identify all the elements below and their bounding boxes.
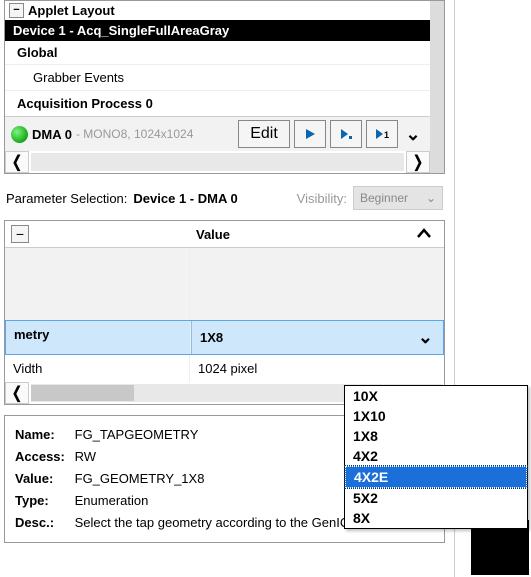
grid-row-tapgeometry[interactable]: metry 1X8 ⌄ [5,320,444,355]
param-value-dropdown[interactable]: 1X8 ⌄ [191,321,443,354]
tree-node-device[interactable]: Device 1 - Acq_SingleFullAreaGray [5,20,430,41]
param-value: 1X8 [200,330,223,345]
grabber-label: Grabber Events [33,70,124,85]
visibility-value: Beginner [360,191,408,205]
scroll-left-icon[interactable]: ❬ [5,382,29,404]
param-selection-value: Device 1 - DMA 0 [133,191,237,206]
detail-type-label: Type: [15,490,71,512]
detail-type-value: Enumeration [75,493,149,508]
detail-value-value: FG_GEOMETRY_1X8 [75,471,205,486]
grid-header: − Value [5,221,444,248]
play-icon [303,127,317,141]
param-selection-label: Parameter Selection: [6,191,127,206]
grid-row-empty [5,248,444,320]
dma-format: - MONO8, 1024x1024 [76,127,193,141]
detail-access-value: RW [75,449,96,464]
detail-value-label: Value: [15,468,71,490]
svg-text:1: 1 [384,130,389,140]
scroll-up-button[interactable] [404,225,444,243]
visibility-label: Visibility: [297,191,347,206]
tapgeometry-dropdown[interactable]: 10X1X101X84X24X2E5X28X [344,385,528,529]
scroll-right-icon[interactable]: ❭ [406,151,430,173]
tree-node-grabber-events[interactable]: Grabber Events [5,65,430,91]
tree-title: Applet Layout [28,3,115,18]
dropdown-option[interactable]: 4X2 [345,446,527,466]
tree-node-dma0[interactable]: DMA 0 - MONO8, 1024x1024 Edit 1 ⌄ [5,117,430,151]
param-name: Vidth [5,355,190,382]
param-name: metry [6,321,191,354]
play-button[interactable] [294,120,326,148]
detail-name-label: Name: [15,424,71,446]
record-icon [339,127,353,141]
scroll-track[interactable] [31,153,404,171]
dropdown-option[interactable]: 1X10 [345,406,527,426]
detail-desc-label: Desc.: [15,512,71,534]
edit-button[interactable]: Edit [238,120,290,148]
global-label: Global [17,45,57,60]
dropdown-option[interactable]: 4X2E [345,466,527,488]
chevron-down-icon: ⌄ [418,327,433,348]
record-button[interactable] [330,120,362,148]
dropdown-option[interactable]: 8X [345,508,527,528]
scroll-left-icon[interactable]: ❬ [5,151,29,173]
scroll-thumb[interactable] [31,385,134,401]
collapse-icon[interactable]: − [9,3,24,18]
grid-row-width[interactable]: Vidth 1024 pixel [5,355,444,382]
device-label: Device 1 - Acq_SingleFullAreaGray [13,23,229,38]
tree-node-global[interactable]: Global [5,41,430,65]
detail-name-value: FG_TAPGEOMETRY [75,427,199,442]
column-header-value: Value [190,223,404,246]
tree-hscrollbar[interactable]: ❬ ❭ [5,151,430,173]
play-one-icon: 1 [374,127,390,141]
chevron-up-icon [415,225,433,243]
chevron-down-icon: ⌄ [426,191,436,205]
acq-label: Acquisition Process 0 [17,96,153,111]
dropdown-option[interactable]: 1X8 [345,426,527,446]
visibility-select[interactable]: Beginner ⌄ [353,186,443,210]
detail-access-label: Access: [15,446,71,468]
dropdown-option[interactable]: 10X [345,386,527,406]
dma-label: DMA 0 [32,127,72,142]
play-one-button[interactable]: 1 [366,120,398,148]
collapse-all-button[interactable]: − [11,225,29,243]
dropdown-option[interactable]: 5X2 [345,488,527,508]
chevron-down-icon[interactable]: ⌄ [402,120,424,148]
param-value: 1024 pixel [190,355,444,382]
status-active-icon [11,126,28,143]
tree-vscrollbar[interactable] [430,1,444,173]
tree-node-acq-process[interactable]: Acquisition Process 0 [5,91,430,117]
